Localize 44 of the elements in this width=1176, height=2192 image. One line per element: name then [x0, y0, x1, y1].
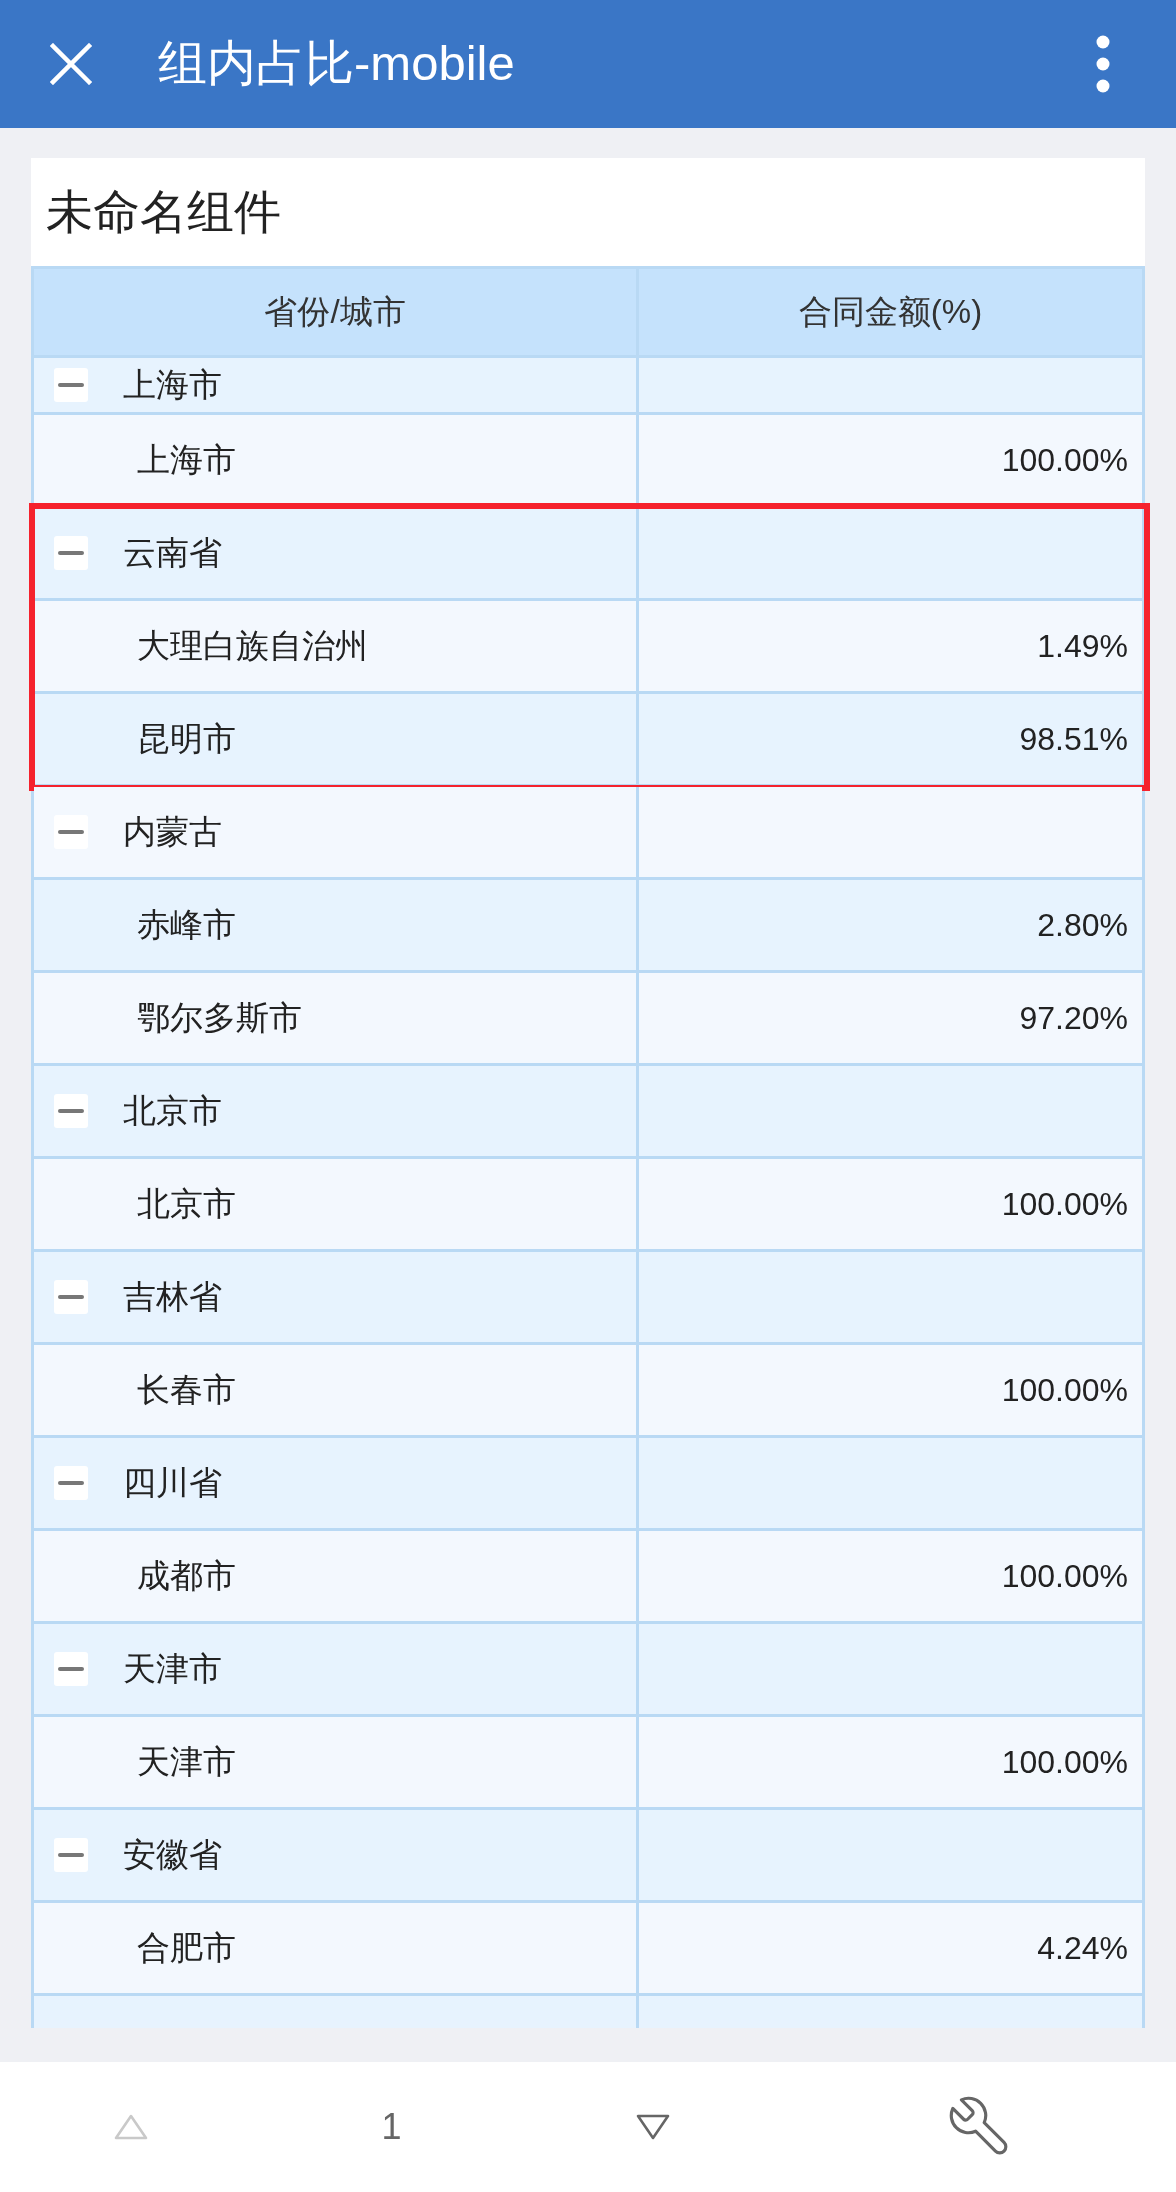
minus-icon[interactable] [54, 1280, 88, 1314]
page-number: 1 [381, 2106, 402, 2148]
percentage-value: 1.49% [1037, 627, 1128, 665]
city-name: 赤峰市 [137, 904, 236, 945]
widget-title: 未命名组件 [45, 183, 282, 240]
province-name: 四川省 [123, 1462, 222, 1503]
province-name: 云南省 [123, 532, 222, 573]
province-name: 上海市 [123, 364, 222, 405]
city-name: 天津市 [137, 1741, 236, 1782]
province-name: 吉林省 [123, 1276, 222, 1317]
percentage-value: 100.00% [1001, 1371, 1128, 1409]
city-name: 昆明市 [137, 718, 236, 759]
city-name: 上海市 [137, 439, 236, 480]
city-name: 成都市 [137, 1555, 236, 1596]
province-name: 安徽省 [123, 1834, 222, 1875]
city-name: 北京市 [137, 1183, 236, 1224]
city-name: 长春市 [137, 1369, 236, 1410]
city-name: 合肥市 [137, 1927, 236, 1968]
city-name: 鄂尔多斯市 [137, 997, 302, 1038]
province-name: 天津市 [123, 1648, 222, 1689]
percentage-value: 100.00% [1001, 441, 1128, 479]
close-icon[interactable] [50, 43, 92, 85]
minus-icon[interactable] [54, 1466, 88, 1500]
minus-icon[interactable] [54, 1838, 88, 1872]
minus-icon[interactable] [54, 368, 88, 402]
percentage-value: 2.80% [1037, 906, 1128, 944]
down-triangle-icon[interactable] [635, 2114, 670, 2140]
percentage-value: 98.51% [1019, 720, 1128, 758]
column-header: 省份/城市 [264, 291, 406, 332]
percentage-value: 100.00% [1001, 1185, 1128, 1223]
city-name: 大理白族自治州 [137, 625, 368, 666]
minus-icon[interactable] [54, 815, 88, 849]
percentage-value: 100.00% [1001, 1557, 1128, 1595]
minus-icon[interactable] [54, 1652, 88, 1686]
page-title: 组内占比-mobile [158, 35, 515, 92]
menu-icon[interactable] [1096, 35, 1110, 93]
province-name: 内蒙古 [123, 811, 222, 852]
percentage-value: 100.00% [1001, 1743, 1128, 1781]
province-name: 北京市 [123, 1090, 222, 1131]
minus-icon[interactable] [54, 536, 88, 570]
minus-icon[interactable] [54, 1094, 88, 1128]
percentage-value: 97.20% [1019, 999, 1128, 1037]
percentage-value: 4.24% [1037, 1929, 1128, 1967]
column-header: 合同金额(%) [798, 291, 983, 332]
